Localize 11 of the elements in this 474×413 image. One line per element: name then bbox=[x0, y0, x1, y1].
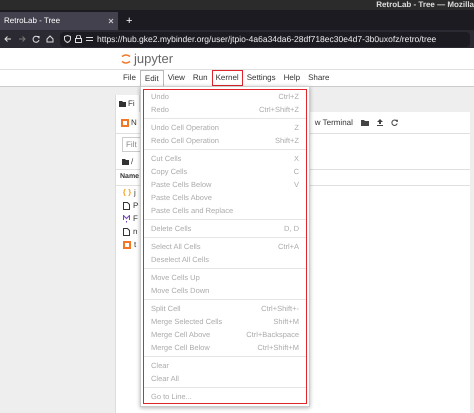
tab-title: RetroLab - Tree bbox=[4, 15, 60, 27]
url-text: https://hub.gke2.mybinder.org/user/jtpio-4a6a34da6-28df718ec30e4d7-3b0uxofz/retro/tree bbox=[97, 32, 436, 46]
file-name: n bbox=[133, 226, 138, 238]
new-terminal-text: w Terminal bbox=[314, 116, 353, 128]
file-name: F bbox=[133, 212, 138, 224]
logo-text: jupyter bbox=[134, 52, 174, 65]
tab-label: Fi bbox=[128, 98, 135, 110]
file-name: P bbox=[133, 200, 138, 212]
file-name: j bbox=[134, 186, 136, 198]
window-title: RetroLab - Tree — Mozilla bbox=[376, 1, 474, 9]
file-name: t bbox=[134, 238, 136, 250]
